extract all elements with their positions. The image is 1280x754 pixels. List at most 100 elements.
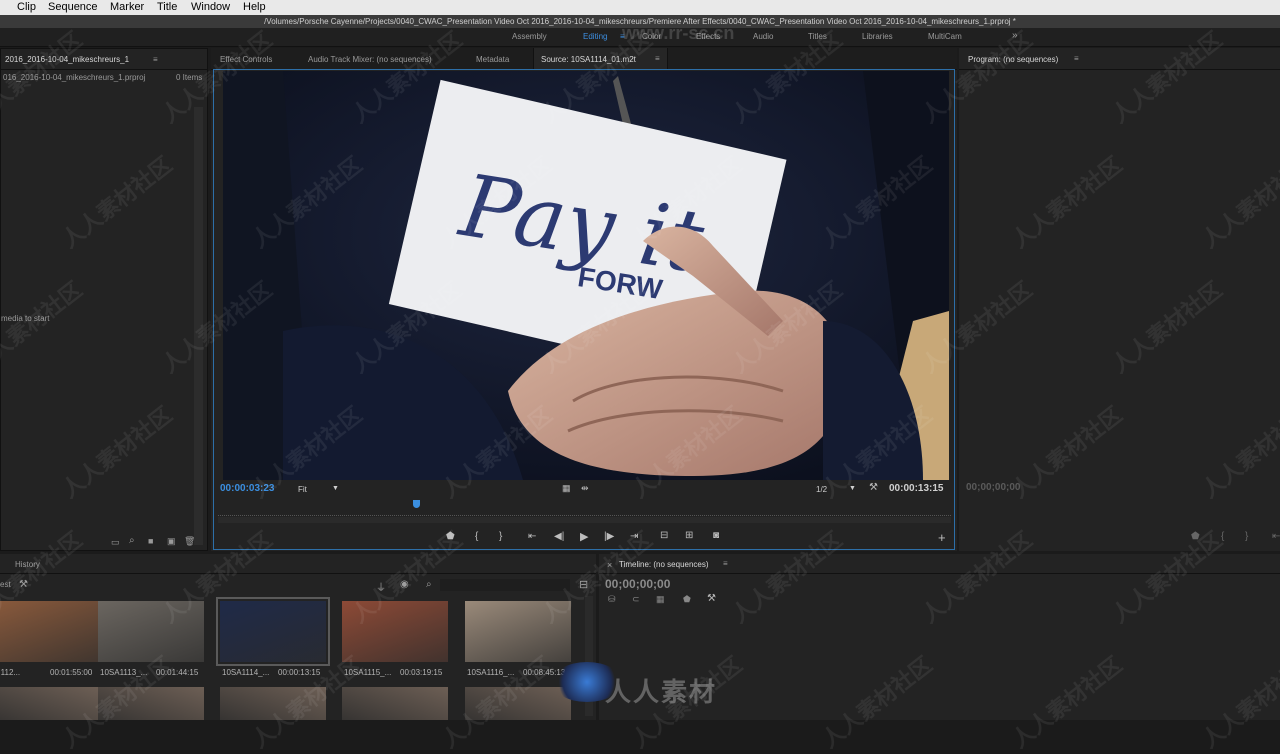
video-image: Pay it FORW (223, 71, 949, 480)
add-button-icon[interactable]: + (938, 530, 946, 545)
tab-history[interactable]: History (15, 560, 40, 569)
clip-thumbnail[interactable] (220, 687, 326, 720)
search-icon[interactable]: ⌕ (129, 535, 135, 546)
source-monitor-panel: Effect Controls Audio Track Mixer: (no s… (211, 48, 957, 551)
menu-title[interactable]: Title (157, 1, 177, 13)
wrench-icon[interactable]: ⚒ (869, 482, 878, 493)
source-tab-bar: Effect Controls Audio Track Mixer: (no s… (211, 48, 957, 70)
view-icon[interactable]: ◉ (400, 579, 409, 590)
new-bin-icon[interactable]: ▭ (111, 537, 120, 548)
source-menu-icon[interactable]: ≡ (655, 54, 660, 63)
camera-icon[interactable]: ◙ (713, 530, 719, 541)
trash-icon[interactable]: 🗑 (184, 536, 195, 547)
clip-thumbnail[interactable] (465, 601, 571, 662)
menu-sequence[interactable]: Sequence (48, 1, 98, 13)
clip-thumbnail[interactable] (0, 601, 98, 662)
clip-thumbnail[interactable] (0, 687, 98, 720)
program-go-to-in-icon[interactable]: ⇤ (1272, 531, 1280, 542)
workspace-libraries[interactable]: Libraries (862, 32, 893, 41)
clip-duration: 00:01:55:00 (50, 668, 93, 677)
program-timecode[interactable]: 00;00;00;00 (966, 482, 1020, 493)
project-scrollbar[interactable] (194, 107, 203, 545)
workspace-assembly[interactable]: Assembly (512, 32, 547, 41)
media-browser-panel: History est ⚒ ⏚ ◉ ⌕ ⊟ ...112... 00:01:55:… (0, 554, 596, 720)
clip-thumbnail[interactable] (342, 687, 448, 720)
source-current-timecode[interactable]: 00:00:03:23 (220, 483, 274, 494)
timeline-timecode[interactable]: 00;00;00;00 (605, 577, 670, 591)
source-playhead[interactable] (412, 500, 420, 508)
menu-clip[interactable]: Clip (17, 1, 36, 13)
workspace-multicam[interactable]: MultiCam (928, 32, 962, 41)
export-frame-icon[interactable]: ⇹ (581, 483, 589, 494)
clip-name: 10SA1113_... (100, 668, 148, 677)
step-back-icon[interactable]: ◀| (554, 531, 564, 542)
clip-name: ...112... (0, 668, 21, 677)
bin-settings-icon[interactable]: ⊟ (579, 578, 588, 591)
timeline-wrench-icon[interactable]: ⚒ (707, 593, 716, 604)
add-marker-icon[interactable]: ⬟ (446, 531, 455, 542)
bin-wrench-icon[interactable]: ⚒ (19, 579, 28, 590)
insert-icon[interactable]: ⊟ (660, 530, 668, 541)
clip-thumbnail[interactable] (342, 601, 448, 662)
linked-selection-icon[interactable]: ⊂ (632, 594, 640, 605)
program-monitor-panel: Program: (no sequences) ≡ 00;00;00;00 ⬟ … (959, 48, 1280, 551)
timeline-panel: × Timeline: (no sequences) ≡ 00;00;00;00… (552, 554, 1280, 720)
nest-icon[interactable]: ▦ (656, 594, 665, 605)
timeline-menu-icon[interactable]: ≡ (723, 559, 728, 568)
bin-name: est (0, 580, 11, 589)
zoom-dropdown-icon[interactable]: ▼ (332, 485, 339, 492)
source-duration-timecode: 00:00:13:15 (889, 483, 944, 494)
resolution-dropdown-icon[interactable]: ▼ (849, 485, 856, 492)
project-file[interactable]: 016_2016-10-04_mikeschreurs_1.prproj (3, 73, 145, 82)
tab-audio-track-mixer[interactable]: Audio Track Mixer: (no sequences) (308, 55, 432, 64)
project-item-count: 0 Items (176, 73, 203, 82)
project-menu-icon[interactable]: ≡ (153, 55, 158, 64)
go-to-in-icon[interactable]: ⇤ (528, 531, 536, 542)
safe-margins-icon[interactable]: ▦ (562, 483, 571, 494)
clip-thumbnail[interactable] (98, 601, 204, 662)
menu-window[interactable]: Window (191, 1, 230, 13)
source-monitor-frame: Pay it FORW 00:00:03:23 Fit ▼ ▦ ⇹ 1/2 ▼ … (213, 69, 955, 550)
play-icon[interactable]: ▶ (580, 530, 588, 543)
mark-in-icon[interactable]: { (475, 531, 478, 542)
timeline-close-icon[interactable]: × (607, 560, 612, 570)
workspace-titles[interactable]: Titles (808, 32, 827, 41)
timeline-title[interactable]: Timeline: (no sequences) (619, 560, 709, 569)
workspace-overflow-icon[interactable]: » (1012, 30, 1018, 41)
mark-out-icon[interactable]: } (499, 531, 502, 542)
program-mark-out-icon[interactable]: } (1245, 531, 1248, 542)
workspace-editing[interactable]: Editing (583, 32, 607, 41)
project-title[interactable]: 2016_2016-10-04_mikeschreurs_1 (5, 55, 129, 64)
bin-search-input[interactable] (440, 579, 570, 591)
video-frame[interactable]: Pay it FORW (223, 71, 949, 480)
tab-effect-controls[interactable]: Effect Controls (220, 55, 272, 64)
source-zoom-bar[interactable] (218, 517, 951, 523)
program-title[interactable]: Program: (no sequences) (968, 55, 1058, 64)
watermark-url: www.rr-sc.cn (622, 23, 735, 43)
go-to-out-icon[interactable]: ⇥ (630, 531, 638, 542)
workspace-audio[interactable]: Audio (753, 32, 773, 41)
tab-source[interactable]: Source: 10SA1114_01.m2t (541, 55, 636, 64)
program-menu-icon[interactable]: ≡ (1074, 54, 1079, 63)
filter-icon[interactable]: ⏚ (376, 579, 386, 594)
menu-help[interactable]: Help (243, 1, 266, 13)
project-hint: media to start (1, 314, 50, 323)
snap-icon[interactable]: ⛁ (608, 594, 616, 605)
bin-search-icon[interactable]: ⌕ (426, 579, 432, 590)
clip-duration: 00:03:19:15 (400, 668, 443, 677)
timeline-marker-icon[interactable]: ⬟ (683, 594, 691, 605)
menu-marker[interactable]: Marker (110, 1, 144, 13)
folder-icon[interactable]: ■ (148, 536, 153, 546)
clip-thumbnail[interactable] (98, 687, 204, 720)
clip-thumbnail[interactable] (465, 687, 571, 720)
program-add-marker-icon[interactable]: ⬟ (1191, 531, 1200, 542)
overwrite-icon[interactable]: ⊞ (685, 530, 693, 541)
step-forward-icon[interactable]: |▶ (604, 531, 614, 542)
new-item-icon[interactable]: ▣ (167, 536, 176, 547)
resolution-select[interactable]: 1/2 (816, 485, 827, 494)
clip-thumbnail[interactable] (216, 597, 330, 666)
source-time-ruler[interactable] (218, 503, 951, 516)
tab-metadata[interactable]: Metadata (476, 55, 509, 64)
program-mark-in-icon[interactable]: { (1221, 531, 1224, 542)
zoom-select[interactable]: Fit (298, 485, 307, 494)
